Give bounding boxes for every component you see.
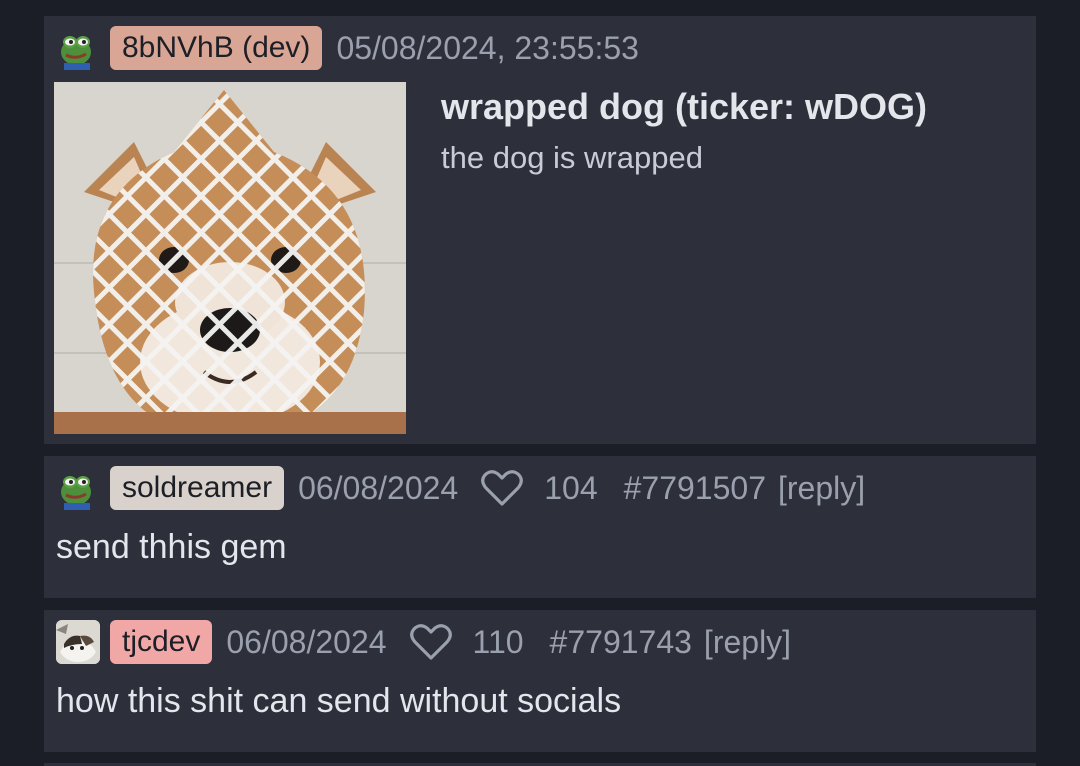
reply-text: how this shit can send without socials <box>56 682 622 720</box>
pepe-frog-icon <box>56 26 100 70</box>
reply-link[interactable]: [reply] <box>778 470 865 507</box>
author-badge[interactable]: soldreamer <box>110 466 285 510</box>
post-number[interactable]: #7791507 <box>624 470 766 507</box>
reply-meta: soldreamer 06/08/2024 104 #7791507 [repl… <box>56 464 865 512</box>
op-image[interactable] <box>54 82 406 434</box>
post-timestamp: 05/08/2024, 23:55:53 <box>336 29 639 66</box>
author-badge[interactable]: 8bNVhB (dev) <box>110 26 323 70</box>
reply-meta: tjcdev 06/08/2024 110 #7791743 [reply] <box>56 618 791 666</box>
pepe-frog-icon <box>56 466 100 510</box>
heart-icon[interactable] <box>480 468 524 508</box>
post-number[interactable]: #7791743 <box>550 624 692 661</box>
heart-icon[interactable] <box>409 622 453 662</box>
author-badge[interactable]: tjcdev <box>110 620 213 664</box>
op-post: 8bNVhB (dev) 05/08/2024, 23:55:53 wrappe… <box>44 16 1036 444</box>
like-count: 104 <box>544 469 598 506</box>
like-count: 110 <box>472 623 524 660</box>
coin-title: wrapped dog (ticker: wDOG) <box>441 86 928 127</box>
post-date: 06/08/2024 <box>298 469 459 506</box>
cat-avatar-icon <box>56 620 100 664</box>
coin-description: the dog is wrapped <box>441 140 703 175</box>
reply-post: tjcdev 06/08/2024 110 #7791743 [reply] h… <box>44 610 1036 752</box>
op-meta: 8bNVhB (dev) 05/08/2024, 23:55:53 <box>56 26 661 70</box>
reply-link[interactable]: [reply] <box>704 624 791 661</box>
reply-text: send thhis gem <box>56 528 287 566</box>
post-date: 06/08/2024 <box>226 623 387 660</box>
reply-post: soldreamer 06/08/2024 104 #7791507 [repl… <box>44 456 1036 598</box>
